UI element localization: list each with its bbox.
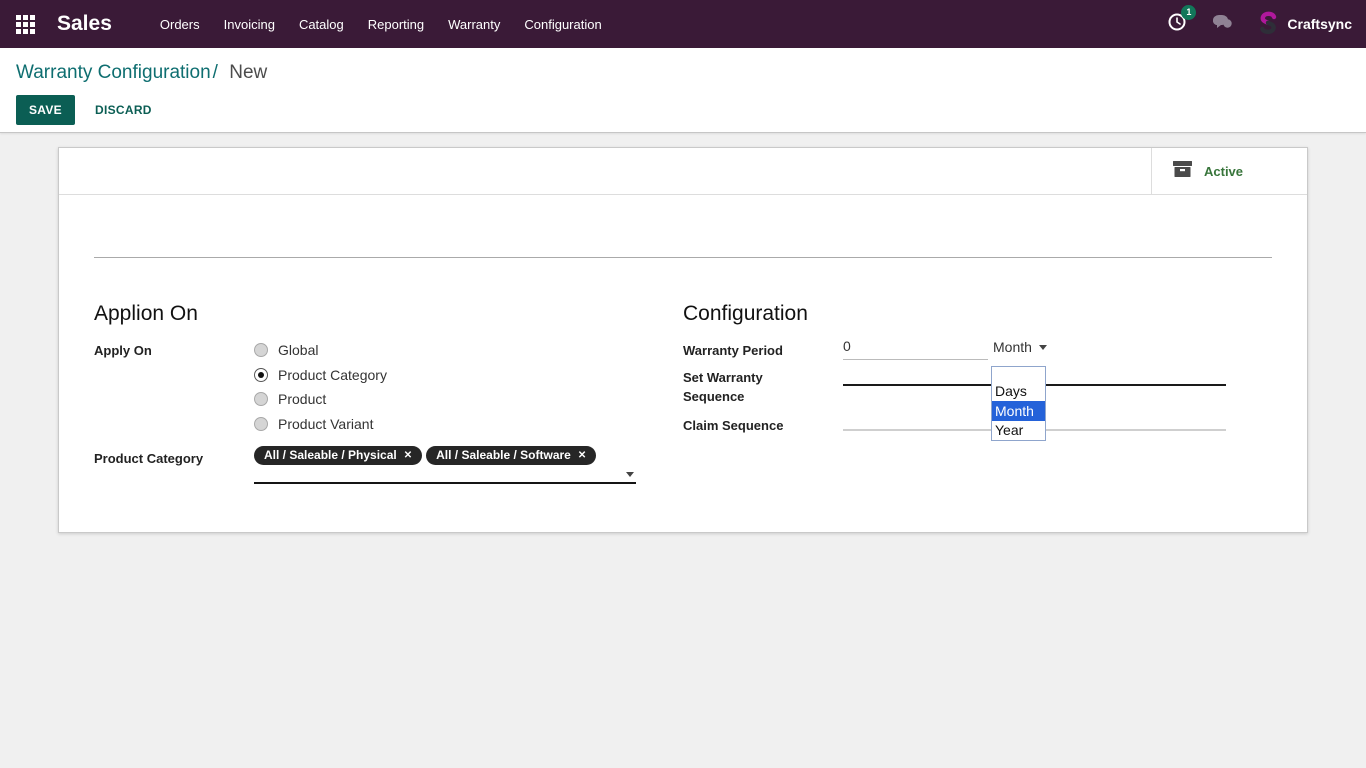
nav-item-reporting[interactable]: Reporting: [368, 17, 424, 32]
company-logo: [1257, 10, 1279, 39]
warranty-period-input[interactable]: 0: [843, 338, 988, 360]
nav-item-invoicing[interactable]: Invoicing: [224, 17, 275, 32]
active-label: Active: [1204, 164, 1243, 179]
remove-tag-icon[interactable]: ✕: [578, 449, 586, 462]
apply-on-section: Applion On Apply On Global Product Categ…: [94, 302, 683, 484]
chat-bubbles-icon: [1211, 13, 1233, 36]
radio-icon[interactable]: [254, 392, 268, 406]
main-menu: Orders Invoicing Catalog Reporting Warra…: [160, 17, 602, 32]
caret-down-icon: [1039, 345, 1047, 350]
nav-item-configuration[interactable]: Configuration: [524, 17, 601, 32]
form-action-buttons: SAVE DISCARD: [16, 95, 1350, 125]
active-toggle-button[interactable]: Active: [1151, 148, 1307, 194]
breadcrumb-current: New: [229, 62, 267, 83]
tag-physical: All / Saleable / Physical ✕: [254, 446, 422, 465]
radio-option-global[interactable]: Global: [254, 338, 387, 363]
radio-checked-icon[interactable]: [254, 368, 268, 382]
archive-box-icon: [1172, 160, 1193, 183]
nav-item-catalog[interactable]: Catalog: [299, 17, 344, 32]
category-tags: All / Saleable / Physical ✕ All / Saleab…: [254, 446, 636, 465]
nav-item-warranty[interactable]: Warranty: [448, 17, 500, 32]
content-area: Active Applion On Apply On Global: [0, 133, 1366, 768]
control-panel: Warranty Configuration/ New SAVE DISCARD: [0, 48, 1366, 133]
tag-software: All / Saleable / Software ✕: [426, 446, 596, 465]
record-name-input[interactable]: [94, 195, 1272, 258]
radio-option-product-category[interactable]: Product Category: [254, 363, 387, 388]
remove-tag-icon[interactable]: ✕: [404, 449, 412, 462]
warranty-period-unit-select[interactable]: Month: [993, 338, 1047, 355]
product-category-field[interactable]: All / Saleable / Physical ✕ All / Saleab…: [254, 446, 636, 484]
discard-button[interactable]: DISCARD: [83, 95, 164, 125]
caret-down-icon: [626, 472, 634, 477]
radio-icon[interactable]: [254, 417, 268, 431]
claim-sequence-label: Claim Sequence: [683, 413, 843, 435]
app-name[interactable]: Sales: [57, 12, 112, 36]
messages-button[interactable]: [1211, 13, 1233, 36]
warranty-unit-dropdown: Days Month Year: [991, 366, 1046, 441]
unit-selected-value: Month: [993, 339, 1032, 355]
apply-on-field-label: Apply On: [94, 338, 254, 360]
radio-option-product[interactable]: Product: [254, 387, 387, 412]
radio-icon[interactable]: [254, 343, 268, 357]
breadcrumb-separator: /: [213, 62, 218, 83]
breadcrumb: Warranty Configuration/ New: [16, 60, 1350, 86]
form-fields: Applion On Apply On Global Product Categ…: [59, 258, 1307, 484]
product-category-field-label: Product Category: [94, 446, 254, 468]
apps-menu-icon[interactable]: [16, 15, 35, 34]
nav-item-orders[interactable]: Orders: [160, 17, 200, 32]
select-option-year[interactable]: Year: [992, 421, 1045, 440]
section-heading-apply-on: Applion On: [94, 302, 683, 326]
top-navbar: Sales Orders Invoicing Catalog Reporting…: [0, 0, 1366, 48]
apply-on-radio-group: Global Product Category Product Pro: [254, 338, 387, 436]
radio-option-product-variant[interactable]: Product Variant: [254, 412, 387, 437]
warranty-period-label: Warranty Period: [683, 338, 843, 360]
configuration-section: Configuration Warranty Period 0 Month Se…: [683, 302, 1272, 484]
company-name: Craftsync: [1287, 16, 1352, 32]
activity-count-badge: 1: [1181, 5, 1196, 20]
company-menu[interactable]: Craftsync: [1257, 10, 1352, 39]
set-warranty-sequence-label: Set Warranty Sequence: [683, 365, 843, 406]
select-option-month[interactable]: Month: [992, 401, 1045, 421]
section-heading-configuration: Configuration: [683, 302, 1272, 326]
activity-menu-button[interactable]: 1: [1167, 12, 1187, 37]
product-category-input[interactable]: [254, 482, 636, 484]
select-option-days[interactable]: Days: [992, 382, 1045, 401]
button-box: Active: [59, 148, 1307, 195]
select-option-empty[interactable]: [992, 367, 1045, 382]
form-sheet: Active Applion On Apply On Global: [58, 147, 1308, 533]
breadcrumb-parent[interactable]: Warranty Configuration: [16, 62, 211, 83]
save-button[interactable]: SAVE: [16, 95, 75, 125]
